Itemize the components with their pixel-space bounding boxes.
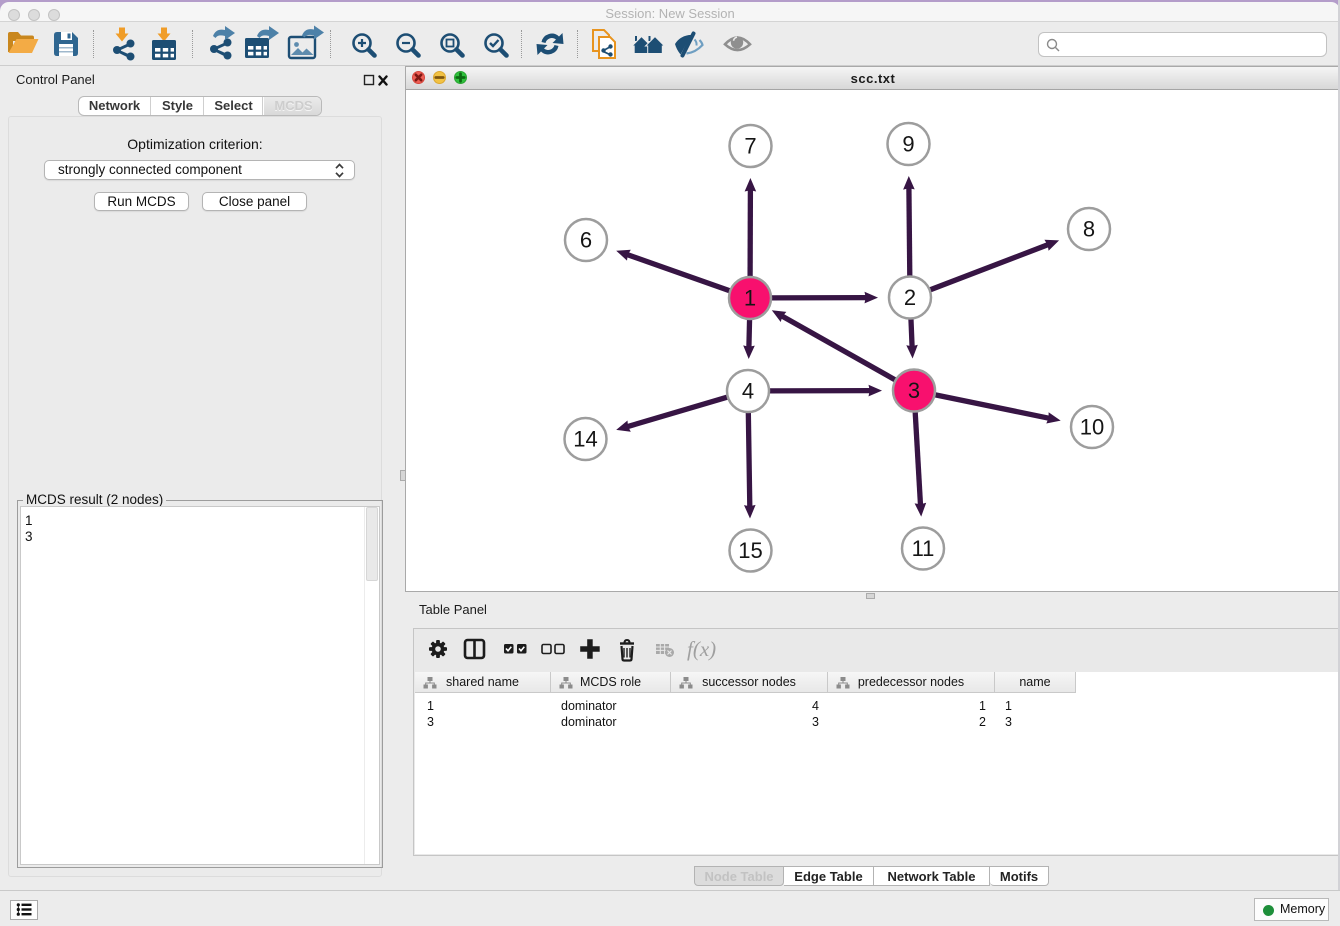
- svg-text:8: 8: [1083, 217, 1095, 242]
- svg-text:6: 6: [580, 228, 592, 253]
- svg-text:10: 10: [1080, 415, 1104, 440]
- svg-text:14: 14: [573, 427, 597, 452]
- svg-text:f(x): f(x): [687, 637, 716, 661]
- svg-text:3: 3: [908, 378, 920, 403]
- svg-text:9: 9: [902, 132, 914, 157]
- svg-text:7: 7: [744, 134, 756, 159]
- svg-text:11: 11: [912, 536, 935, 561]
- svg-text:15: 15: [738, 538, 762, 563]
- svg-text:2: 2: [904, 285, 916, 310]
- svg-text:4: 4: [742, 379, 754, 404]
- svg-text:1: 1: [744, 286, 756, 311]
